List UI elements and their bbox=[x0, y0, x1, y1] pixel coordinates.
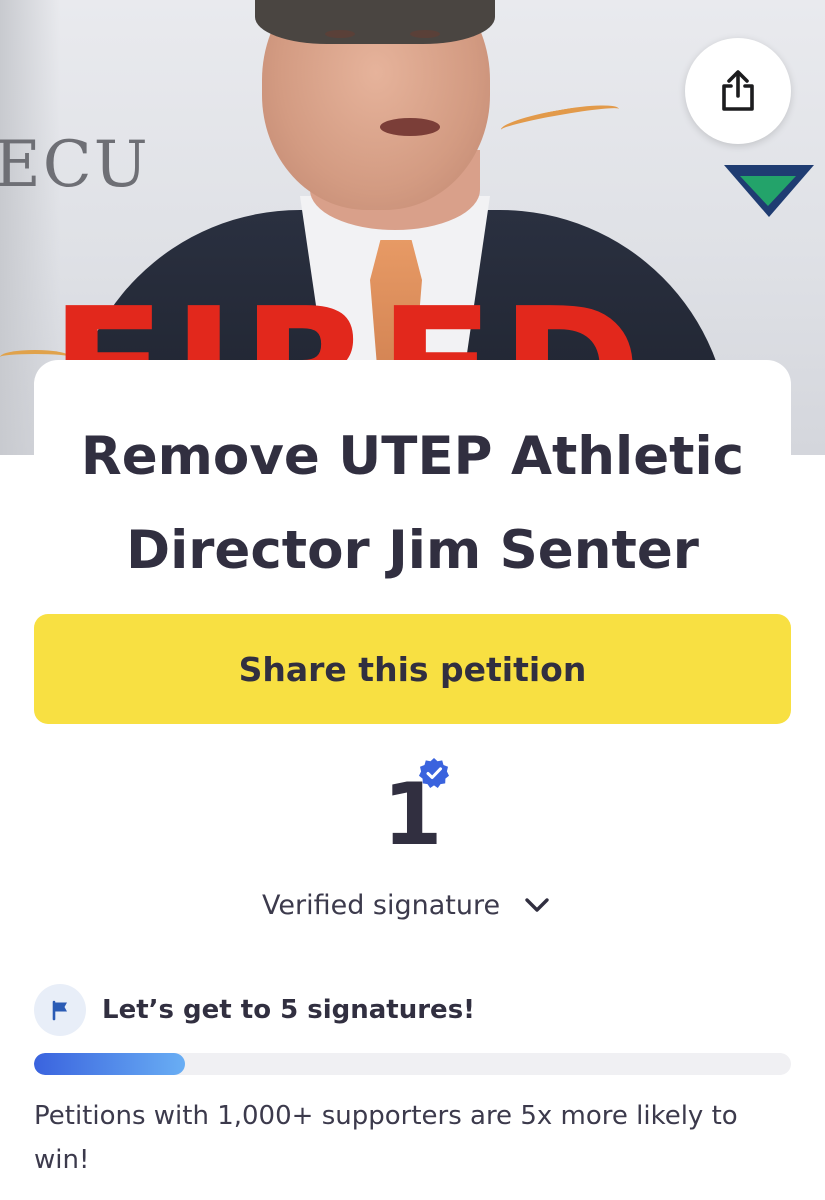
signature-count: 1 bbox=[382, 765, 443, 865]
verified-signature-dropdown[interactable]: Verified signature bbox=[262, 880, 550, 930]
share-petition-label: Share this petition bbox=[238, 649, 587, 689]
flag-icon bbox=[52, 1000, 67, 1021]
verified-signature-label: Verified signature bbox=[262, 889, 501, 921]
banner-logo: ECU bbox=[0, 128, 150, 202]
goal-flag-badge bbox=[34, 984, 86, 1036]
banner-chevron-accent bbox=[740, 176, 796, 206]
supporters-info-text: Petitions with 1,000+ supporters are 5x … bbox=[34, 1101, 738, 1175]
verified-badge-icon bbox=[419, 758, 449, 788]
petition-page: ECU FIRED Remove UTEP Athletic Director … bbox=[0, 0, 825, 1200]
person-eye-left bbox=[325, 30, 355, 38]
signature-progress-fill bbox=[34, 1053, 186, 1075]
signature-progress-bar bbox=[34, 1053, 791, 1075]
banner-swoosh bbox=[499, 99, 621, 140]
signature-goal-text: Let’s get to 5 signatures! bbox=[102, 995, 476, 1025]
person-eye-right bbox=[410, 30, 440, 38]
share-icon-button[interactable] bbox=[685, 38, 791, 144]
share-petition-button[interactable]: Share this petition bbox=[34, 614, 791, 724]
petition-title: Remove UTEP Athletic Director Jim Senter bbox=[80, 426, 745, 581]
person-mouth bbox=[380, 118, 440, 136]
person-hair bbox=[255, 0, 495, 44]
chevron-down-icon bbox=[525, 898, 549, 912]
share-up-arrow-icon bbox=[722, 70, 754, 111]
